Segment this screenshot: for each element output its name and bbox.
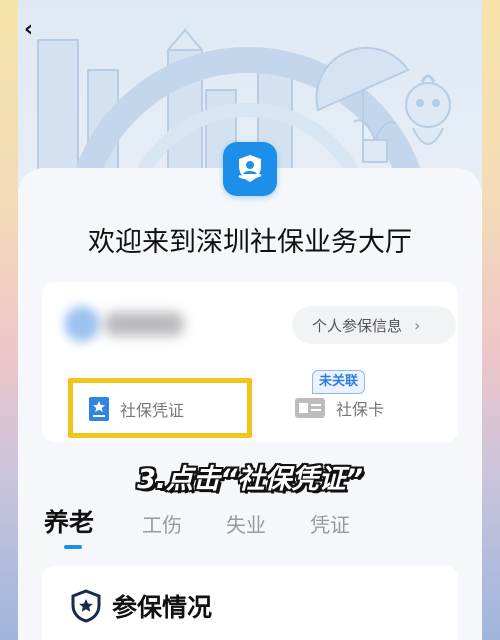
tab-pension[interactable]: 养老 xyxy=(44,503,94,539)
insurance-status-title: 参保情况 xyxy=(112,593,213,622)
category-tabs: 养老 工伤 失业 凭证 xyxy=(44,505,464,553)
avatar xyxy=(64,306,100,342)
person-hand-icon xyxy=(238,155,262,182)
chevron-right-icon: › xyxy=(414,315,421,335)
personal-insurance-info-label: 个人参保信息 xyxy=(312,316,403,335)
social-card-label: 社保卡 xyxy=(336,400,385,419)
voucher-icon xyxy=(89,397,109,421)
tab-work-injury[interactable]: 工伤 xyxy=(142,509,182,538)
social-security-card-button[interactable]: 社保卡 xyxy=(294,396,384,420)
app-logo xyxy=(223,142,277,196)
back-button[interactable]: ‹ xyxy=(24,18,48,42)
tab-unemployment[interactable]: 失业 xyxy=(226,509,266,538)
phone-screen: ‹ 欢迎来到深圳社保业务大厅 个人参保信息 › 社保凭证 未关联 社保卡 3.点… xyxy=(18,0,482,640)
shield-star-icon xyxy=(71,589,101,623)
tab-voucher[interactable]: 凭证 xyxy=(310,509,350,538)
social-security-voucher-button[interactable]: 社保凭证 xyxy=(88,396,184,422)
chevron-left-icon: ‹ xyxy=(24,17,34,42)
user-name-redacted xyxy=(104,312,184,336)
voucher-label: 社保凭证 xyxy=(120,401,185,420)
active-tab-indicator xyxy=(64,545,82,549)
user-info-card: 个人参保信息 › 社保凭证 未关联 社保卡 xyxy=(42,282,458,442)
insurance-status-heading: 参保情况 xyxy=(70,588,212,624)
welcome-title: 欢迎来到深圳社保业务大厅 xyxy=(88,227,412,258)
id-card-icon xyxy=(295,398,325,418)
unlinked-badge: 未关联 xyxy=(312,370,366,394)
personal-insurance-info-button[interactable]: 个人参保信息 › xyxy=(292,306,456,344)
insurance-status-card: 参保情况 xyxy=(42,566,458,640)
tutorial-caption: 3.点击“社保凭证” xyxy=(137,464,363,495)
